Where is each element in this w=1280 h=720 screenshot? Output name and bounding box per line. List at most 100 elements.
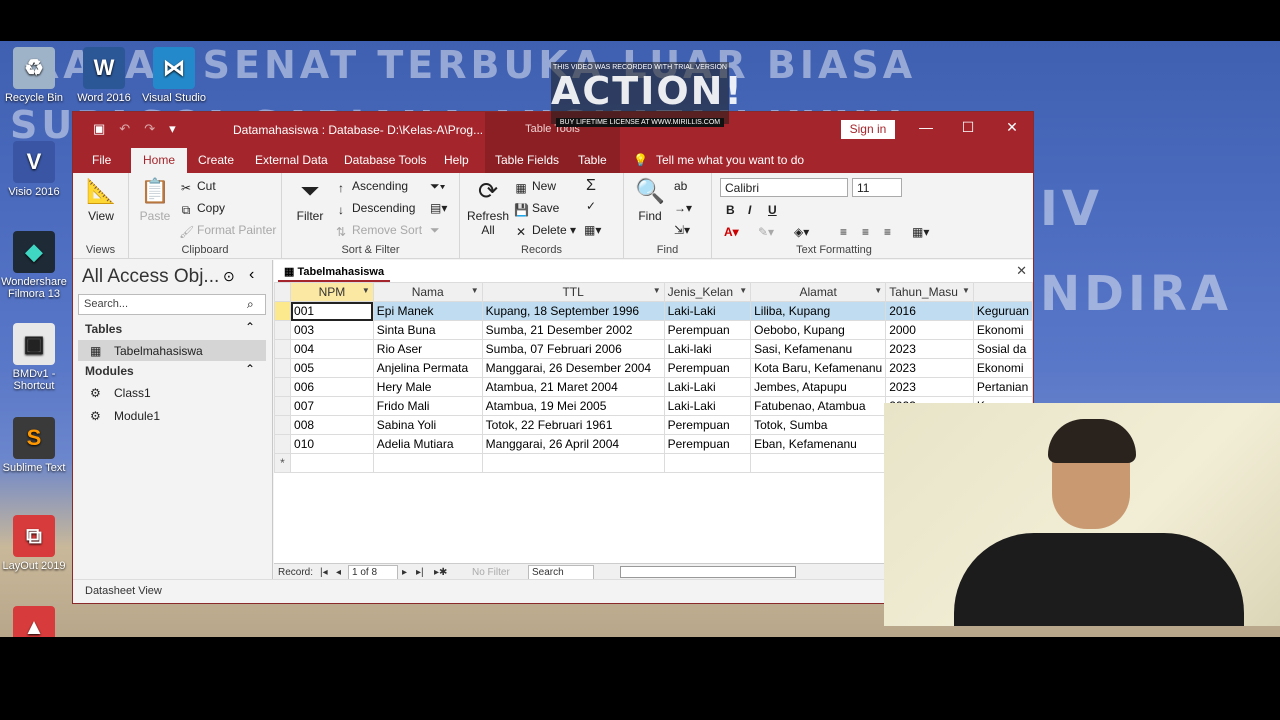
table-cell[interactable]: Perempuan xyxy=(663,320,752,340)
table-row[interactable]: 004 Rio Aser Sumba, 07 Februari 2006 Lak… xyxy=(273,339,1034,359)
table-cell[interactable]: Anjelina Permata xyxy=(372,358,483,378)
table-cell[interactable]: Kupang, 18 September 1996 xyxy=(481,301,665,321)
save-icon[interactable]: ▣ xyxy=(93,121,105,137)
column-header-jenis-kelamin[interactable]: Jenis_Kelan ▼ xyxy=(663,282,752,302)
row-selector[interactable] xyxy=(273,339,292,359)
font-color-button[interactable]: A▾ xyxy=(724,225,739,239)
table-row[interactable]: 001 Epi Manek Kupang, 18 September 1996 … xyxy=(273,301,1034,321)
table-cell[interactable]: Adelia Mutiara xyxy=(372,434,483,454)
column-header-npm[interactable]: NPM ▼ xyxy=(290,282,374,302)
table-cell[interactable]: 001 xyxy=(290,301,374,321)
nav-section-modules[interactable]: Modules xyxy=(78,364,266,378)
chevron-down-icon[interactable]: ▼ xyxy=(874,286,882,295)
table-cell[interactable]: Sinta Buna xyxy=(372,320,483,340)
table-cell[interactable]: Laki-Laki xyxy=(663,377,752,397)
row-selector[interactable] xyxy=(273,301,292,321)
gridlines-button[interactable]: ▦▾ xyxy=(912,225,929,239)
desktop-icon-filmora[interactable]: ◆ Wondershare Filmora 13 xyxy=(0,231,68,300)
selection-filter-button[interactable]: ⏷▾ xyxy=(430,179,445,194)
align-center-button[interactable]: ≡ xyxy=(862,225,869,239)
toggle-filter-button[interactable]: ⏷ xyxy=(430,223,440,238)
chevron-up-icon[interactable]: ⌃ xyxy=(245,320,255,334)
more-records-button[interactable]: ▦▾ xyxy=(584,223,601,237)
descending-button[interactable]: ↓ Descending xyxy=(334,201,415,217)
advanced-filter-button[interactable]: ▤▾ xyxy=(430,201,447,215)
table-cell[interactable]: Kota Baru, Kefamenanu xyxy=(750,358,887,378)
desktop-icon-word[interactable]: W Word 2016 xyxy=(70,47,138,104)
table-cell[interactable]: 006 xyxy=(290,377,374,397)
nav-item-tabelmahasiswa[interactable]: ▦ Tabelmahasiswa xyxy=(78,340,266,361)
table-cell[interactable]: Ekonomi xyxy=(972,320,1034,340)
table-cell[interactable]: Manggarai, 26 April 2004 xyxy=(481,434,665,454)
desktop-icon-recycle-bin[interactable]: ♻ Recycle Bin xyxy=(0,47,68,104)
restore-button[interactable]: ☐ xyxy=(953,119,983,136)
next-record-button[interactable]: ▸ xyxy=(402,567,407,578)
desktop-icon-visio[interactable]: V Visio 2016 xyxy=(0,141,68,198)
find-button[interactable]: 🔍 Find xyxy=(630,177,670,223)
totals-button[interactable]: Σ xyxy=(586,177,596,195)
table-row[interactable]: 005 Anjelina Permata Manggarai, 26 Desem… xyxy=(273,358,1034,378)
record-search-input[interactable]: Search xyxy=(528,565,594,580)
table-cell[interactable]: 2016 xyxy=(885,301,974,321)
tab-help[interactable]: Help xyxy=(444,153,469,167)
table-cell[interactable]: Sumba, 21 Desember 2002 xyxy=(481,320,665,340)
nav-menu-icon[interactable]: ⊙ xyxy=(223,268,235,285)
bold-button[interactable]: B xyxy=(726,203,735,217)
row-selector[interactable] xyxy=(273,415,292,435)
tab-table-fields[interactable]: Table Fields xyxy=(495,153,559,167)
paste-button[interactable]: 📋 Paste xyxy=(137,177,173,223)
format-painter-button[interactable]: 🖌 Format Painter xyxy=(179,223,276,239)
table-cell[interactable]: Sosial da xyxy=(972,339,1034,359)
desktop-icon-layout[interactable]: ⧉ LayOut 2019 xyxy=(0,515,68,572)
tab-home[interactable]: Home xyxy=(131,148,188,173)
desktop-icon-bmd[interactable]: ▣ BMDv1 - Shortcut xyxy=(0,323,68,392)
customize-qat-icon[interactable]: ▾ xyxy=(169,121,176,137)
table-cell[interactable]: Perempuan xyxy=(663,434,752,454)
collapse-pane-icon[interactable]: ‹ xyxy=(249,266,254,284)
no-filter-indicator[interactable]: No Filter xyxy=(472,567,510,578)
row-selector[interactable] xyxy=(273,320,292,340)
table-cell[interactable]: Jembes, Atapupu xyxy=(750,377,887,397)
new-record-button[interactable]: ▦ New xyxy=(514,179,556,195)
desktop-icon-sublime[interactable]: S Sublime Text xyxy=(0,417,68,474)
table-cell[interactable]: 004 xyxy=(290,339,374,359)
replace-button[interactable]: ab xyxy=(674,179,687,193)
cut-button[interactable]: ✂ Cut xyxy=(179,179,216,195)
filter-button[interactable]: ⏷ Filter xyxy=(290,177,330,223)
close-document-icon[interactable]: ✕ xyxy=(1016,263,1027,279)
font-name-select[interactable]: Calibri xyxy=(720,178,848,197)
table-cell[interactable]: Atambua, 19 Mei 2005 xyxy=(481,396,665,416)
column-header-ttl[interactable]: TTL ▼ xyxy=(481,282,665,302)
copy-button[interactable]: ⧉ Copy xyxy=(179,201,225,217)
table-row[interactable]: 003 Sinta Buna Sumba, 21 Desember 2002 P… xyxy=(273,320,1034,340)
view-button[interactable]: 📐 View xyxy=(83,177,119,223)
close-button[interactable]: ✕ xyxy=(997,119,1027,136)
select-button[interactable]: ⇲▾ xyxy=(674,223,690,237)
nav-pane-title[interactable]: All Access Obj... xyxy=(82,266,219,288)
table-cell[interactable] xyxy=(290,453,374,473)
table-cell[interactable]: Totok, Sumba xyxy=(750,415,887,435)
table-cell[interactable]: 2023 xyxy=(885,339,974,359)
nav-item-class1[interactable]: ⚙ Class1 xyxy=(78,382,266,403)
tab-table[interactable]: Table xyxy=(578,153,607,167)
desktop-icon-sketchup[interactable]: ▲ xyxy=(0,606,68,637)
refresh-all-button[interactable]: ⟳ Refresh All xyxy=(466,177,510,237)
table-cell[interactable] xyxy=(481,453,665,473)
remove-sort-button[interactable]: ⇅ Remove Sort xyxy=(334,223,422,239)
table-cell[interactable]: Perempuan xyxy=(663,415,752,435)
table-cell[interactable]: Laki-Laki xyxy=(663,301,752,321)
table-row[interactable]: 006 Hery Male Atambua, 21 Maret 2004 Lak… xyxy=(273,377,1034,397)
underline-button[interactable]: U xyxy=(768,203,777,217)
table-cell[interactable]: Laki-laki xyxy=(663,339,752,359)
fill-color-button[interactable]: ◈▾ xyxy=(794,225,809,239)
table-cell[interactable]: Liliba, Kupang xyxy=(750,301,887,321)
table-cell[interactable]: Keguruan xyxy=(972,301,1034,321)
tab-create[interactable]: Create xyxy=(198,153,234,167)
previous-record-button[interactable]: ◂ xyxy=(336,567,341,578)
table-cell[interactable]: Ekonomi xyxy=(972,358,1034,378)
table-cell[interactable]: 005 xyxy=(290,358,374,378)
table-cell[interactable]: 2023 xyxy=(885,377,974,397)
tell-me-box[interactable]: Tell me what you want to do xyxy=(656,153,804,167)
table-cell[interactable]: 2023 xyxy=(885,358,974,378)
column-header-alamat[interactable]: Alamat ▼ xyxy=(750,282,887,302)
